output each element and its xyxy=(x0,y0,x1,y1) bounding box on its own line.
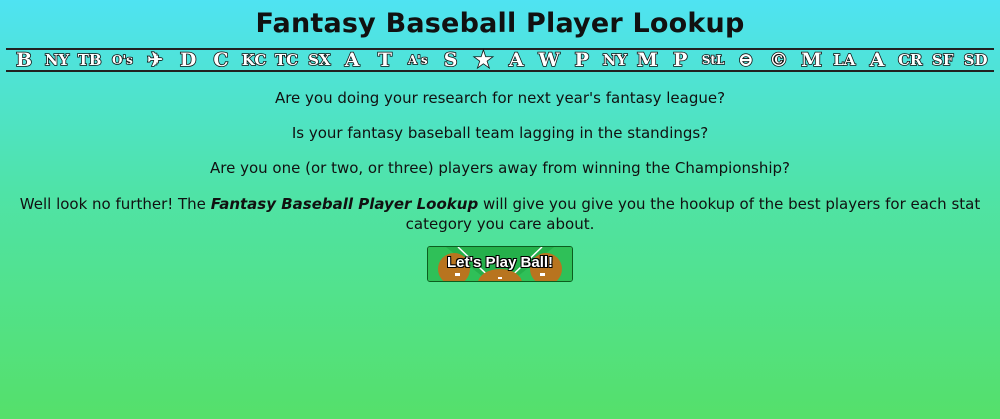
orioles-logo-icon[interactable]: O's xyxy=(110,50,134,70)
page-title: Fantasy Baseball Player Lookup xyxy=(255,8,745,39)
lead-text-before: Well look no further! The xyxy=(19,195,211,213)
tigers-logo-icon[interactable]: D xyxy=(176,49,200,71)
marlins-logo-icon[interactable]: M xyxy=(635,49,659,71)
intro-question-research: Are you doing your research for next yea… xyxy=(274,89,726,107)
twins-logo-icon[interactable]: TC xyxy=(274,50,299,70)
giants-logo-icon[interactable]: SF xyxy=(931,50,955,70)
yankees-logo-icon[interactable]: NY xyxy=(44,50,70,70)
rays-logo-icon[interactable]: TB xyxy=(77,50,102,70)
cardinals-logo-icon[interactable]: StL xyxy=(701,50,725,70)
rockies-logo-icon[interactable]: CR xyxy=(897,50,923,70)
nationals-logo-icon[interactable]: W xyxy=(537,49,561,71)
team-logo-bar: B NY TB O's ✈ D C KC TC SX A T A's S ★ A W P NY M P StL ⊖ © M LA A… xyxy=(6,48,994,72)
dodgers-logo-icon[interactable]: LA xyxy=(832,50,856,70)
padres-logo-icon[interactable]: SD xyxy=(963,50,988,70)
astros-logo-icon[interactable]: ★ xyxy=(471,49,495,71)
reds-logo-icon[interactable]: ⊖ xyxy=(734,49,758,71)
athletics-logo-icon[interactable]: A's xyxy=(406,50,430,70)
braves-logo-icon[interactable]: A xyxy=(504,49,528,71)
white-sox-logo-icon[interactable]: SX xyxy=(307,50,331,70)
app-name-emphasis: Fantasy Baseball Player Lookup xyxy=(210,195,479,213)
lets-play-ball-button[interactable]: Let's Play Ball! xyxy=(427,246,573,282)
intro-lead-paragraph: Well look no further! The Fantasy Baseba… xyxy=(14,194,986,234)
play-button-wrapper: Let's Play Ball! xyxy=(0,246,1000,286)
red-sox-logo-icon[interactable]: B xyxy=(12,49,36,71)
indians-logo-icon[interactable]: C xyxy=(209,49,233,71)
blue-jays-logo-icon[interactable]: ✈ xyxy=(143,49,167,71)
diamondbacks-logo-icon[interactable]: A xyxy=(865,49,889,71)
brewers-logo-icon[interactable]: M xyxy=(800,49,824,71)
royals-logo-icon[interactable]: KC xyxy=(241,50,267,70)
phillies-logo-icon[interactable]: P xyxy=(570,49,594,71)
play-button-label: Let's Play Ball! xyxy=(446,254,554,271)
mets-logo-icon[interactable]: NY xyxy=(602,50,628,70)
angels-logo-icon[interactable]: A xyxy=(340,49,364,71)
cubs-logo-icon[interactable]: © xyxy=(767,49,791,71)
pirates-logo-icon[interactable]: P xyxy=(668,49,692,71)
lead-text-after: will give you give you the hookup of the… xyxy=(405,195,981,233)
intro-question-lagging: Is your fantasy baseball team lagging in… xyxy=(291,124,709,142)
rangers-logo-icon[interactable]: T xyxy=(373,49,397,71)
intro-question-championship: Are you one (or two, or three) players a… xyxy=(210,159,790,177)
mariners-logo-icon[interactable]: S xyxy=(439,49,463,71)
